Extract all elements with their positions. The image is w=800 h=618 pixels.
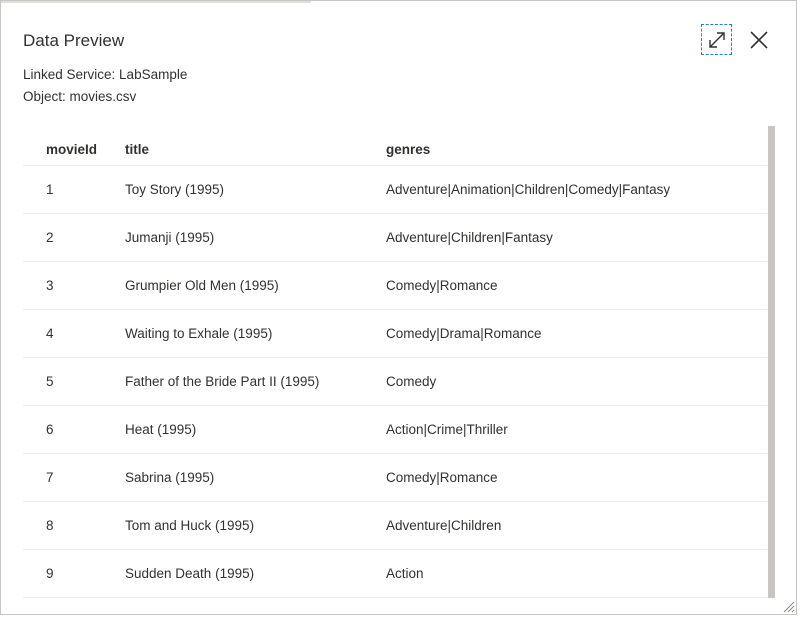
table-row: 6 Heat (1995) Action|Crime|Thriller	[23, 406, 769, 454]
table-row: 3 Grumpier Old Men (1995) Comedy|Romance	[23, 262, 769, 310]
cell-title: Sudden Death (1995)	[125, 566, 255, 581]
table-row: 5 Father of the Bride Part II (1995) Com…	[23, 358, 769, 406]
cell-genres: Comedy|Romance	[386, 278, 498, 293]
resize-grip-icon	[783, 601, 795, 613]
cell-movieid: 2	[46, 230, 54, 245]
cell-title: Tom and Huck (1995)	[125, 518, 255, 533]
cell-genres: Action	[386, 566, 424, 581]
cell-genres: Adventure|Children	[386, 518, 502, 533]
cell-genres: Adventure|Children|Fantasy	[386, 230, 553, 245]
cell-movieid: 9	[46, 566, 54, 581]
top-edge-strip	[1, 1, 311, 3]
cell-movieid: 4	[46, 326, 54, 341]
table-row: 8 Tom and Huck (1995) Adventure|Children	[23, 502, 769, 550]
cell-genres: Adventure|Animation|Children|Comedy|Fant…	[386, 182, 671, 197]
cell-genres: Action|Crime|Thriller	[386, 422, 508, 437]
cell-title: Grumpier Old Men (1995)	[125, 278, 279, 293]
column-header-movieid[interactable]: movieId	[46, 126, 97, 165]
vertical-scrollbar[interactable]	[768, 126, 775, 598]
close-button[interactable]	[746, 27, 772, 53]
cell-title: Waiting to Exhale (1995)	[125, 326, 273, 341]
column-header-genres[interactable]: genres	[386, 126, 430, 165]
cell-genres: Comedy|Drama|Romance	[386, 326, 542, 341]
cell-movieid: 8	[46, 518, 54, 533]
linked-service-label: Linked Service: LabSample	[23, 67, 188, 82]
table-row: 2 Jumanji (1995) Adventure|Children|Fant…	[23, 214, 769, 262]
expand-button[interactable]	[701, 24, 732, 55]
table-row: 1 Toy Story (1995) Adventure|Animation|C…	[23, 166, 769, 214]
cell-movieid: 3	[46, 278, 54, 293]
cell-genres: Comedy|Romance	[386, 470, 498, 485]
cell-title: Jumanji (1995)	[125, 230, 215, 245]
table-row: 4 Waiting to Exhale (1995) Comedy|Drama|…	[23, 310, 769, 358]
data-preview-dialog: Data Preview Linked Service: LabSample O…	[0, 0, 797, 615]
column-header-title[interactable]: title	[125, 126, 149, 165]
cell-movieid: 5	[46, 374, 54, 389]
cell-title: Heat (1995)	[125, 422, 197, 437]
object-label: Object: movies.csv	[23, 89, 137, 104]
cell-movieid: 1	[46, 182, 54, 197]
cell-genres: Comedy	[386, 374, 437, 389]
expand-icon	[708, 31, 725, 48]
close-icon	[750, 31, 768, 49]
data-grid: movieId title genres 1 Toy Story (1995) …	[23, 126, 769, 598]
cell-title: Toy Story (1995)	[125, 182, 225, 197]
table-header-row: movieId title genres	[23, 126, 769, 166]
resize-grip[interactable]	[781, 599, 795, 613]
cell-movieid: 6	[46, 422, 54, 437]
cell-title: Sabrina (1995)	[125, 470, 215, 485]
cell-title: Father of the Bride Part II (1995)	[125, 374, 320, 389]
table-row: 7 Sabrina (1995) Comedy|Romance	[23, 454, 769, 502]
dialog-title: Data Preview	[23, 31, 125, 50]
table-row: 9 Sudden Death (1995) Action	[23, 550, 769, 598]
cell-movieid: 7	[46, 470, 54, 485]
